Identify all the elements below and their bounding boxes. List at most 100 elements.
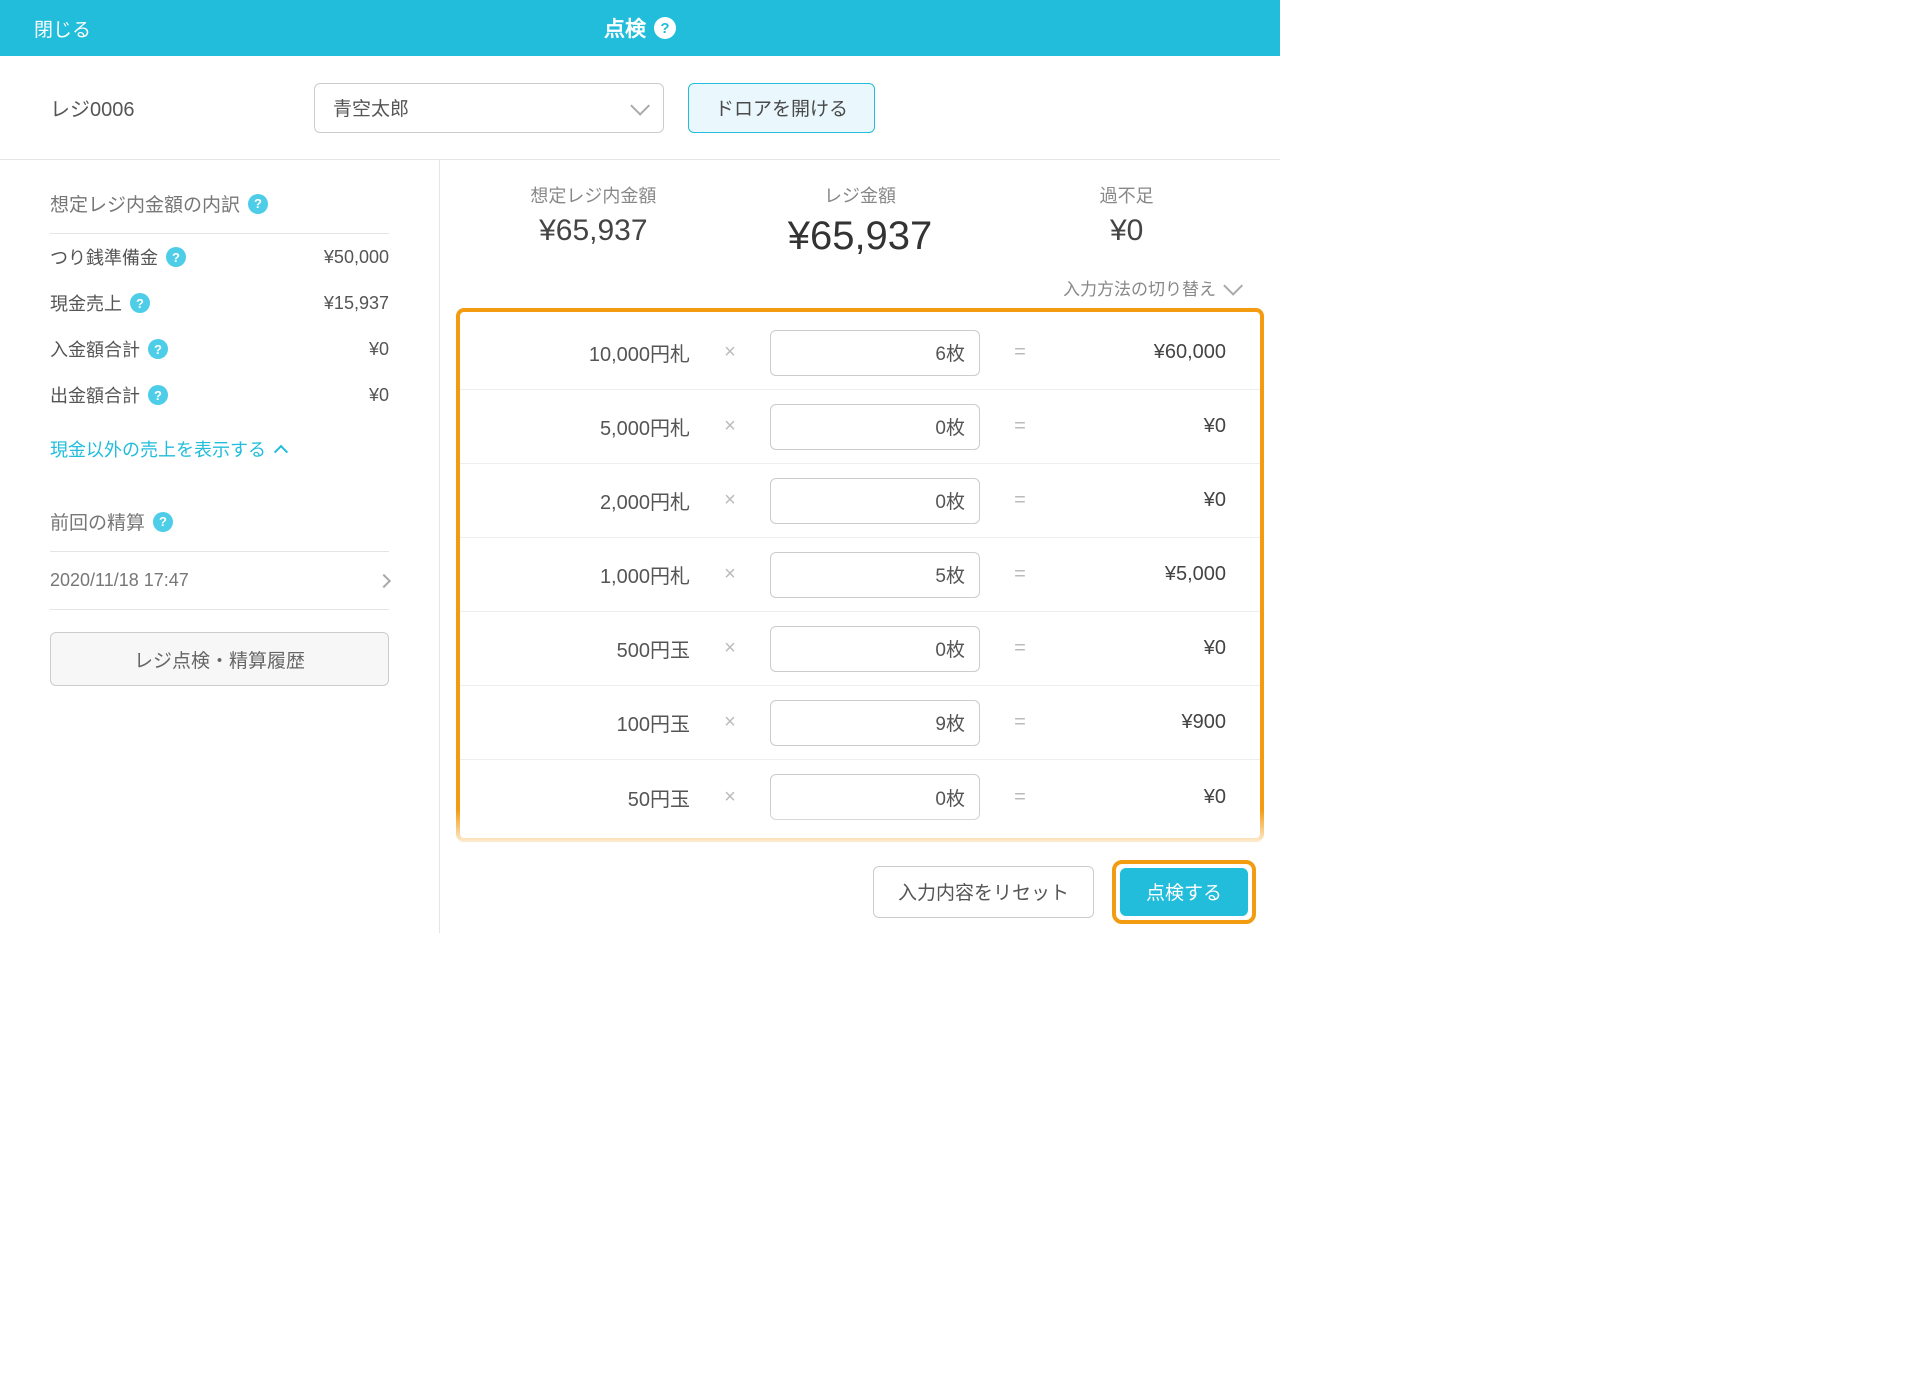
denomination-row: 2,000円札×0枚=¥0 xyxy=(460,464,1260,538)
denomination-count-input[interactable]: 0枚 xyxy=(770,404,980,450)
help-icon[interactable]: ? xyxy=(248,194,268,214)
chevron-right-icon xyxy=(377,573,391,587)
footer-bar: 入力内容をリセット 点検する xyxy=(440,849,1280,933)
denomination-count-input[interactable]: 6枚 xyxy=(770,330,980,376)
equals-symbol: = xyxy=(980,415,1060,438)
app-header: 閉じる 点検 ? xyxy=(0,0,1280,56)
summary-row: 想定レジ内金額 ¥65,937 レジ金額 ¥65,937 過不足 ¥0 xyxy=(440,182,1280,271)
staff-select-value: 青空太郎 xyxy=(333,94,409,121)
equals-symbol: = xyxy=(980,341,1060,364)
previous-settlement-row[interactable]: 2020/11/18 17:47 xyxy=(50,552,389,610)
breakdown-row-label: 入金額合計? xyxy=(50,336,168,362)
reset-button[interactable]: 入力内容をリセット xyxy=(873,866,1094,918)
denomination-amount: ¥5,000 xyxy=(1060,563,1236,586)
expected-amount-label: 想定レジ内金額 xyxy=(460,182,727,208)
denomination-name: 1,000円札 xyxy=(500,560,690,589)
equals-symbol: = xyxy=(980,711,1060,734)
register-label: レジ0006 xyxy=(50,93,290,122)
toggle-noncash-text: 現金以外の売上を表示する xyxy=(50,436,266,462)
previous-settlement-text: 前回の精算 xyxy=(50,508,145,535)
help-icon[interactable]: ? xyxy=(166,247,186,267)
diff-amount-value: ¥0 xyxy=(993,214,1260,248)
history-button[interactable]: レジ点検・精算履歴 xyxy=(50,632,389,686)
subheader: レジ0006 青空太郎 ドロアを開ける xyxy=(0,56,1280,160)
page-title: 点検 ? xyxy=(604,13,676,43)
breakdown-row: 現金売上? ¥15,937 xyxy=(50,280,389,326)
diff-amount-label: 過不足 xyxy=(993,182,1260,208)
denomination-count-input[interactable]: 5枚 xyxy=(770,552,980,598)
sidebar: 想定レジ内金額の内訳 ? つり銭準備金?¥50,000現金売上?¥15,937入… xyxy=(0,160,440,933)
expected-amount-value: ¥65,937 xyxy=(460,214,727,248)
equals-symbol: = xyxy=(980,489,1060,512)
help-icon[interactable]: ? xyxy=(130,293,150,313)
denomination-amount: ¥0 xyxy=(1060,637,1236,660)
denomination-row: 5,000円札×0枚=¥0 xyxy=(460,390,1260,464)
denomination-amount: ¥900 xyxy=(1060,711,1236,734)
breakdown-heading-text: 想定レジ内金額の内訳 xyxy=(50,190,240,217)
denomination-row: 100円玉×9枚=¥900 xyxy=(460,686,1260,760)
denomination-row: 10,000円札×6枚=¥60,000 xyxy=(460,316,1260,390)
open-drawer-button[interactable]: ドロアを開ける xyxy=(688,83,875,133)
denomination-name: 50円玉 xyxy=(500,783,690,812)
breakdown-row-label: 現金売上? xyxy=(50,290,150,316)
breakdown-row-value: ¥15,937 xyxy=(324,293,389,314)
expected-amount: 想定レジ内金額 ¥65,937 xyxy=(460,182,727,259)
input-mode-toggle[interactable]: 入力方法の切り替え xyxy=(440,271,1280,308)
submit-highlight: 点検する xyxy=(1112,860,1256,924)
chevron-up-icon xyxy=(274,445,288,459)
denomination-count-input[interactable]: 0枚 xyxy=(770,478,980,524)
actual-amount-label: レジ金額 xyxy=(727,182,994,208)
times-symbol: × xyxy=(690,415,770,438)
denomination-count-input[interactable]: 9枚 xyxy=(770,700,980,746)
diff-amount: 過不足 ¥0 xyxy=(993,182,1260,259)
previous-settlement-time: 2020/11/18 17:47 xyxy=(50,570,189,591)
denomination-count-input[interactable]: 0枚 xyxy=(770,626,980,672)
denomination-input-area: 10,000円札×6枚=¥60,0005,000円札×0枚=¥02,000円札×… xyxy=(456,308,1264,842)
times-symbol: × xyxy=(690,637,770,660)
times-symbol: × xyxy=(690,711,770,734)
input-mode-toggle-label: 入力方法の切り替え xyxy=(1063,275,1216,300)
denomination-count-input[interactable]: 0枚 xyxy=(770,774,980,820)
denomination-name: 100円玉 xyxy=(500,708,690,737)
submit-button[interactable]: 点検する xyxy=(1120,868,1248,916)
denomination-amount: ¥0 xyxy=(1060,489,1236,512)
denomination-name: 10,000円札 xyxy=(500,338,690,367)
denomination-row: 500円玉×0枚=¥0 xyxy=(460,612,1260,686)
main-panel: 想定レジ内金額 ¥65,937 レジ金額 ¥65,937 過不足 ¥0 入力方法… xyxy=(440,160,1280,933)
toggle-noncash-link[interactable]: 現金以外の売上を表示する xyxy=(50,418,389,490)
breakdown-row-value: ¥50,000 xyxy=(324,247,389,268)
breakdown-row-value: ¥0 xyxy=(369,385,389,406)
help-icon[interactable]: ? xyxy=(153,512,173,532)
breakdown-heading: 想定レジ内金額の内訳 ? xyxy=(50,190,389,234)
denomination-name: 5,000円札 xyxy=(500,412,690,441)
equals-symbol: = xyxy=(980,563,1060,586)
denomination-row: 1,000円札×5枚=¥5,000 xyxy=(460,538,1260,612)
times-symbol: × xyxy=(690,563,770,586)
help-icon[interactable]: ? xyxy=(148,385,168,405)
breakdown-row: 出金額合計? ¥0 xyxy=(50,372,389,418)
denomination-amount: ¥60,000 xyxy=(1060,341,1236,364)
times-symbol: × xyxy=(690,786,770,809)
denomination-amount: ¥0 xyxy=(1060,786,1236,809)
previous-settlement-heading: 前回の精算 ? xyxy=(50,508,389,552)
staff-select[interactable]: 青空太郎 xyxy=(314,83,664,133)
denomination-name: 500円玉 xyxy=(500,634,690,663)
chevron-down-icon xyxy=(1223,275,1243,295)
help-icon[interactable]: ? xyxy=(654,17,676,39)
denomination-row: 50円玉×0枚=¥0 xyxy=(460,760,1260,834)
close-button[interactable]: 閉じる xyxy=(34,15,91,42)
breakdown-row: つり銭準備金?¥50,000 xyxy=(50,234,389,280)
chevron-down-icon xyxy=(630,95,650,115)
equals-symbol: = xyxy=(980,786,1060,809)
breakdown-row-label: 出金額合計? xyxy=(50,382,168,408)
denomination-name: 2,000円札 xyxy=(500,486,690,515)
denomination-amount: ¥0 xyxy=(1060,415,1236,438)
breakdown-row: 入金額合計? ¥0 xyxy=(50,326,389,372)
help-icon[interactable]: ? xyxy=(148,339,168,359)
breakdown-row-value: ¥0 xyxy=(369,339,389,360)
page-title-text: 点検 xyxy=(604,13,646,43)
actual-amount: レジ金額 ¥65,937 xyxy=(727,182,994,259)
times-symbol: × xyxy=(690,341,770,364)
times-symbol: × xyxy=(690,489,770,512)
actual-amount-value: ¥65,937 xyxy=(727,214,994,259)
